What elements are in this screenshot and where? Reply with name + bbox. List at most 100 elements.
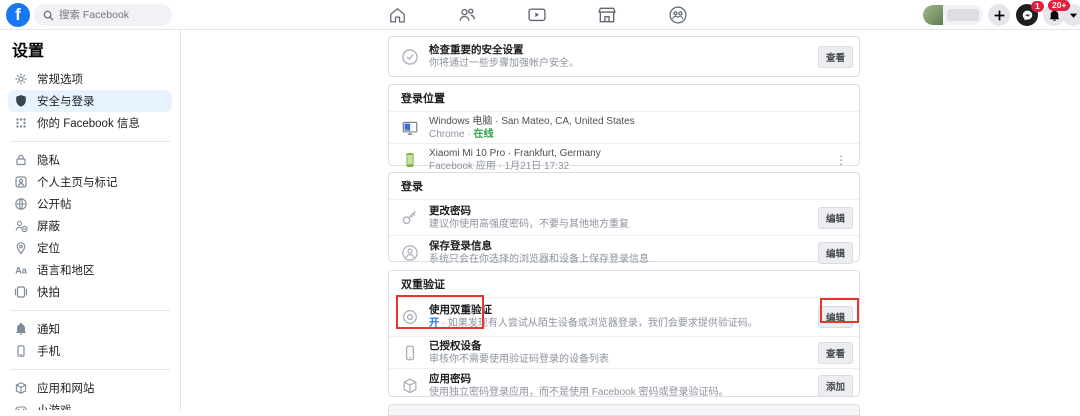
add-button[interactable]: 添加 xyxy=(818,375,853,397)
row-title: 保存登录信息 xyxy=(429,240,649,253)
avatar xyxy=(923,5,943,25)
search-input[interactable] xyxy=(59,9,159,21)
sidebar-item-label: 个人主页与标记 xyxy=(37,174,118,190)
session-browser: Chrome · xyxy=(429,129,473,140)
view-button[interactable]: 查看 xyxy=(818,46,853,68)
login-locations-card: 登录位置 Windows 电脑 · San Mateo, CA, United … xyxy=(388,84,860,166)
marketplace-icon[interactable] xyxy=(593,4,621,26)
sidebar-item-label: 手机 xyxy=(37,343,60,359)
device-icon xyxy=(401,344,419,362)
row-subtitle: 使用独立密码登录应用，而不是使用 Facebook 密码或登录验证码。 xyxy=(429,386,728,399)
profile-name-blurred xyxy=(947,9,979,21)
sidebar-item-label: 屏蔽 xyxy=(37,218,60,234)
sidebar-item-label: 定位 xyxy=(37,240,60,256)
app-passwords-row: 应用密码 使用独立密码登录应用，而不是使用 Facebook 密码或登录验证码。… xyxy=(389,368,859,402)
language-icon: Aa xyxy=(14,263,28,277)
session-status-online: 在线 xyxy=(473,129,493,140)
sidebar-divider xyxy=(10,141,170,142)
section-header: 登录 xyxy=(389,173,859,200)
groups-icon[interactable] xyxy=(664,4,692,26)
row-subtitle: 建议你使用高强度密码，不要与其他地方重复 xyxy=(429,218,629,231)
change-password-row: 更改密码 建议你使用高强度密码，不要与其他地方重复 编辑 xyxy=(389,200,859,235)
android-phone-icon xyxy=(401,151,419,169)
sidebar-item-label: 公开帖 xyxy=(37,196,72,212)
grid-icon xyxy=(14,116,28,130)
row-title: 检查重要的安全设置 xyxy=(429,44,579,57)
sidebar-item-location[interactable]: 定位 xyxy=(8,237,172,259)
stories-icon xyxy=(14,285,28,299)
security-checkup-row: 检查重要的安全设置 你将通过一些步骤加强帐户安全。 查看 xyxy=(389,37,859,76)
row-title: 更改密码 xyxy=(429,205,629,218)
cube-icon xyxy=(401,377,419,395)
mobile-icon xyxy=(14,344,28,358)
page-title: 设置 xyxy=(12,37,172,61)
profile-tag-icon xyxy=(14,175,28,189)
create-plus-button[interactable] xyxy=(988,4,1010,26)
gear-icon xyxy=(14,72,28,86)
sidebar-item-label: 通知 xyxy=(37,321,60,337)
search-box[interactable] xyxy=(34,4,172,26)
two-factor-status-on: 开 xyxy=(429,318,439,329)
sidebar-item-label: 隐私 xyxy=(37,152,60,168)
two-factor-card: 双重验证 使用双重验证 开 · 如果发现有人尝试从陌生设备或浏览器登录，我们会要… xyxy=(388,270,860,397)
login-card: 登录 更改密码 建议你使用高强度密码，不要与其他地方重复 编辑 保存登录信息 系… xyxy=(388,172,860,262)
sidebar-item-stories[interactable]: 快拍 xyxy=(8,281,172,303)
session-row-xiaomi[interactable]: Xiaomi Mi 10 Pro · Frankfurt, Germany Fa… xyxy=(389,143,859,175)
row-title: 应用密码 xyxy=(429,373,728,386)
bell-icon xyxy=(14,322,28,336)
search-icon xyxy=(43,10,54,21)
top-navigation-bar: f 1 20+ xyxy=(0,0,1080,30)
row-title: 已授权设备 xyxy=(429,340,609,353)
session-row-windows[interactable]: Windows 电脑 · San Mateo, CA, United State… xyxy=(389,112,859,143)
edit-button[interactable]: 编辑 xyxy=(818,242,853,264)
block-user-icon xyxy=(14,219,28,233)
profile-pill[interactable] xyxy=(923,5,983,25)
sidebar-item-label: 你的 Facebook 信息 xyxy=(37,115,140,131)
sidebar-item-language-region[interactable]: Aa 语言和地区 xyxy=(8,259,172,281)
sidebar-item-your-facebook-info[interactable]: 你的 Facebook 信息 xyxy=(8,112,172,134)
row-subtitle: 你将通过一些步骤加强帐户安全。 xyxy=(429,57,579,70)
sidebar-item-label: 应用和网站 xyxy=(37,380,95,396)
view-button[interactable]: 查看 xyxy=(818,342,853,364)
sidebar-divider xyxy=(10,310,170,311)
security-checkup-card: 检查重要的安全设置 你将通过一些步骤加强帐户安全。 查看 xyxy=(388,36,860,77)
facebook-logo-icon[interactable]: f xyxy=(6,3,30,27)
two-factor-shield-icon xyxy=(401,308,419,326)
sidebar-item-blocking[interactable]: 屏蔽 xyxy=(8,215,172,237)
key-icon xyxy=(401,209,419,227)
session-title: Windows 电脑 · San Mateo, CA, United State… xyxy=(429,115,635,128)
session-detail: Facebook 应用 · 1月21日 17:32 xyxy=(429,160,601,173)
sidebar-item-instant-games[interactable]: 小游戏 xyxy=(8,399,172,410)
friends-icon[interactable] xyxy=(453,4,481,26)
edit-button[interactable]: 编辑 xyxy=(818,306,853,328)
sidebar-item-label: 快拍 xyxy=(37,284,60,300)
sidebar-item-label: 常规选项 xyxy=(37,71,83,87)
sidebar-item-apps-websites[interactable]: 应用和网站 xyxy=(8,377,172,399)
desktop-icon xyxy=(401,119,419,137)
settings-sidebar: 设置 常规选项 安全与登录 你的 Facebook 信息 隐私 个人主页与标记 … xyxy=(0,30,181,410)
sidebar-item-privacy[interactable]: 隐私 xyxy=(8,149,172,171)
sidebar-item-general[interactable]: 常规选项 xyxy=(8,68,172,90)
row-title: 使用双重验证 xyxy=(429,304,758,317)
lock-icon xyxy=(14,153,28,167)
next-card-partial xyxy=(388,404,860,416)
authorized-devices-row: 已授权设备 审核你不需要使用验证码登录的设备列表 查看 xyxy=(389,336,859,368)
apps-icon xyxy=(14,381,28,395)
sidebar-item-public-posts[interactable]: 公开帖 xyxy=(8,193,172,215)
games-icon xyxy=(14,403,28,410)
sidebar-item-notifications[interactable]: 通知 xyxy=(8,318,172,340)
kebab-menu-icon[interactable]: ⋮ xyxy=(835,153,847,167)
messenger-badge: 1 xyxy=(1031,1,1044,12)
sidebar-item-profile-tagging[interactable]: 个人主页与标记 xyxy=(8,171,172,193)
sidebar-item-label: 安全与登录 xyxy=(37,93,95,109)
sidebar-item-mobile[interactable]: 手机 xyxy=(8,340,172,362)
notifications-badge: 20+ xyxy=(1048,0,1070,11)
sidebar-item-security-login[interactable]: 安全与登录 xyxy=(8,90,172,112)
watch-icon[interactable] xyxy=(523,4,551,26)
home-icon[interactable] xyxy=(383,4,411,26)
row-subtitle: · 如果发现有人尝试从陌生设备或浏览器登录，我们会要求提供验证码。 xyxy=(439,318,758,329)
edit-button[interactable]: 编辑 xyxy=(818,207,853,229)
sidebar-item-label: 小游戏 xyxy=(37,402,72,410)
user-circle-icon xyxy=(401,244,419,262)
shield-check-icon xyxy=(401,48,419,66)
